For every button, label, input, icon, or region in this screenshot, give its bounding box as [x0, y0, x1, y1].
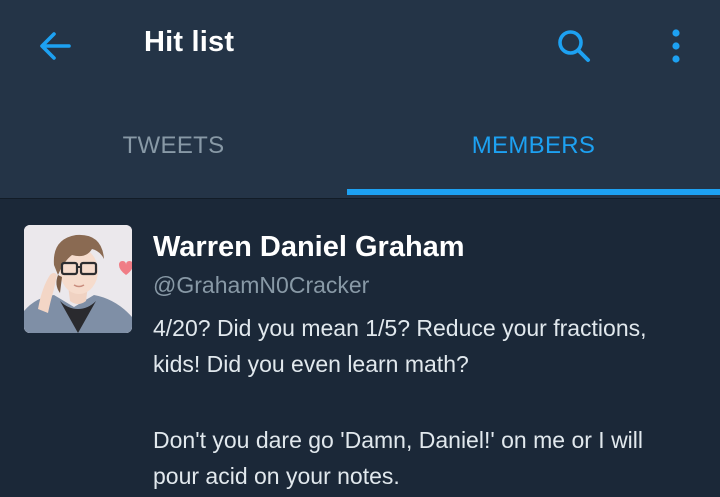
search-button[interactable]: [550, 22, 598, 70]
app-bar: Hit list: [0, 0, 720, 96]
member-handle: @GrahamN0Cracker: [153, 272, 370, 298]
bio-line: 4/20? Did you mean 1/5? Reduce your frac…: [153, 315, 647, 341]
arrow-left-icon: [40, 32, 71, 60]
selected-tab-indicator: [347, 189, 720, 195]
tab-tweets[interactable]: TWEETS: [0, 96, 347, 198]
member-list-item[interactable]: Warren Daniel Graham @GrahamN0Cracker 4/…: [0, 199, 720, 497]
app-screen: Hit list TWEETS MEMBERS Warren Daniel Gr…: [0, 0, 720, 497]
back-button[interactable]: [30, 24, 80, 68]
member-name[interactable]: Warren Daniel Graham: [153, 231, 465, 264]
bio-line: kids! Did you even learn math?: [153, 351, 469, 377]
more-options-button[interactable]: [656, 22, 696, 70]
avatar[interactable]: [24, 225, 132, 333]
bio-paragraph-break: [153, 382, 713, 422]
member-bio: 4/20? Did you mean 1/5? Reduce your frac…: [153, 310, 713, 494]
avatar-illustration: [24, 225, 132, 333]
more-vertical-icon: [672, 29, 680, 63]
bio-line: pour acid on your notes.: [153, 463, 400, 489]
tab-bar: TWEETS MEMBERS: [0, 96, 720, 199]
bio-line: Don't you dare go 'Damn, Daniel!' on me …: [153, 427, 644, 453]
page-title: Hit list: [144, 26, 235, 58]
tab-members[interactable]: MEMBERS: [347, 96, 720, 198]
search-icon: [558, 30, 590, 62]
